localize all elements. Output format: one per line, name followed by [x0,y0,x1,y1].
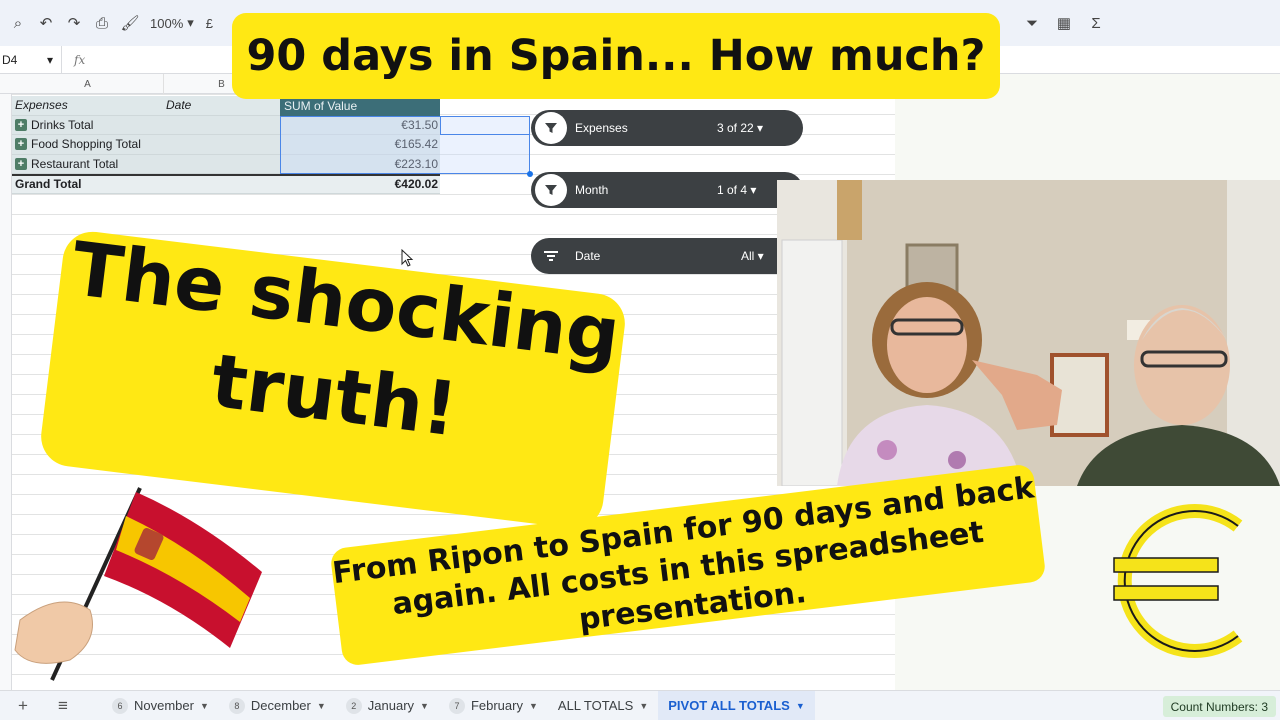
slicer-value[interactable]: All ▾ [741,249,764,263]
sheet-tabs-bar: + ≡ 6 November ▼ 8 December ▼ 2 January ▼ 7 Feb… [0,690,1280,720]
tab-all-totals[interactable]: ALL TOTALS ▼ [548,691,658,720]
tab-label: PIVOT ALL TOTALS [668,698,790,713]
column-header-a[interactable]: A [12,74,164,94]
chevron-down-icon: ▾ [187,15,194,30]
undo-icon[interactable]: ↶ [32,9,60,37]
filter-list-icon [535,240,567,272]
tab-label: January [367,698,415,713]
tab-december[interactable]: 8 December ▼ [219,691,336,720]
add-sheet-button[interactable]: + [6,696,40,716]
pivot-row-label: Restaurant Total [31,156,119,171]
webcam-photo [777,180,1280,486]
slicer-value[interactable]: 1 of 4 ▾ [717,183,756,197]
slicer-label: Date [575,249,601,263]
tab-badge: 8 [228,697,245,714]
tab-november[interactable]: 6 November ▼ [102,691,219,720]
pivot-header-expenses[interactable]: Expenses [15,98,68,112]
slicer-label: Month [575,183,609,197]
chevron-down-icon[interactable]: ▼ [639,701,648,711]
count-summary[interactable]: Count Numbers: 3 [1162,696,1276,717]
expand-icon[interactable]: + [15,118,27,131]
cell-reference: D4 [2,52,18,67]
print-icon[interactable]: ⎙ [88,9,116,37]
grand-total-label: Grand Total [15,177,82,192]
chevron-down-icon: ▾ [46,52,53,67]
slicer-month[interactable]: Month 1 of 4 ▾ [531,172,803,208]
chevron-down-icon[interactable]: ▼ [317,701,326,711]
tab-january[interactable]: 2 January ▼ [336,691,439,720]
pivot-grand-total-row[interactable]: Grand Total €420.02 [12,174,440,194]
filter-icon [535,112,567,144]
slicer-value[interactable]: 3 of 22 ▾ [717,121,763,135]
tab-label: ALL TOTALS [557,698,634,713]
paint-format-icon[interactable]: 🖌 [116,9,144,37]
zoom-value: 100% [150,15,184,31]
expand-icon[interactable]: + [15,138,27,151]
active-cell[interactable] [440,116,530,135]
pivot-header-date[interactable]: Date [166,98,191,112]
filter-views-icon[interactable]: ▦ [1050,9,1078,37]
filter-icon [535,174,567,206]
euro-icon [1113,504,1243,658]
tab-label: February [470,698,523,713]
tab-badge: 7 [448,697,465,714]
tab-badge: 2 [345,697,362,714]
tab-label: November [134,698,194,713]
chevron-down-icon[interactable]: ▼ [529,701,538,711]
expand-icon[interactable]: + [15,157,27,170]
chevron-down-icon[interactable]: ▼ [200,701,209,711]
tab-february[interactable]: 7 February ▼ [439,691,548,720]
spain-flag-icon [14,487,262,681]
chevron-down-icon[interactable]: ▼ [796,701,805,711]
pivot-row-label: Food Shopping Total [31,137,141,152]
slicer-date[interactable]: Date All ▾ [531,238,803,274]
slicer-expenses[interactable]: Expenses 3 of 22 ▾ [531,110,803,146]
chevron-down-icon[interactable]: ▼ [420,701,429,711]
functions-icon[interactable]: Σ [1082,9,1110,37]
headline-banner: 90 days in Spain... How much? [232,13,1000,99]
tab-label: December [250,698,311,713]
currency-format-button[interactable]: £ [200,16,219,31]
filter-icon[interactable]: ⏷ [1018,9,1046,37]
fx-icon: fx [74,52,86,67]
redo-icon[interactable]: ↷ [60,9,88,37]
tab-badge: 6 [112,697,128,714]
tab-pivot-all-totals[interactable]: PIVOT ALL TOTALS ▼ [658,690,815,720]
zoom-select[interactable]: 100% ▾ [144,15,200,31]
grand-total-value: €420.02 [394,177,438,192]
fill-handle[interactable] [527,171,533,177]
name-box[interactable]: D4 ▾ [0,46,62,73]
pivot-row-label: Drinks Total [31,117,94,132]
search-icon[interactable]: ⌕ [4,9,32,37]
slicer-label: Expenses [575,121,628,135]
all-sheets-menu-icon[interactable]: ≡ [46,696,80,716]
